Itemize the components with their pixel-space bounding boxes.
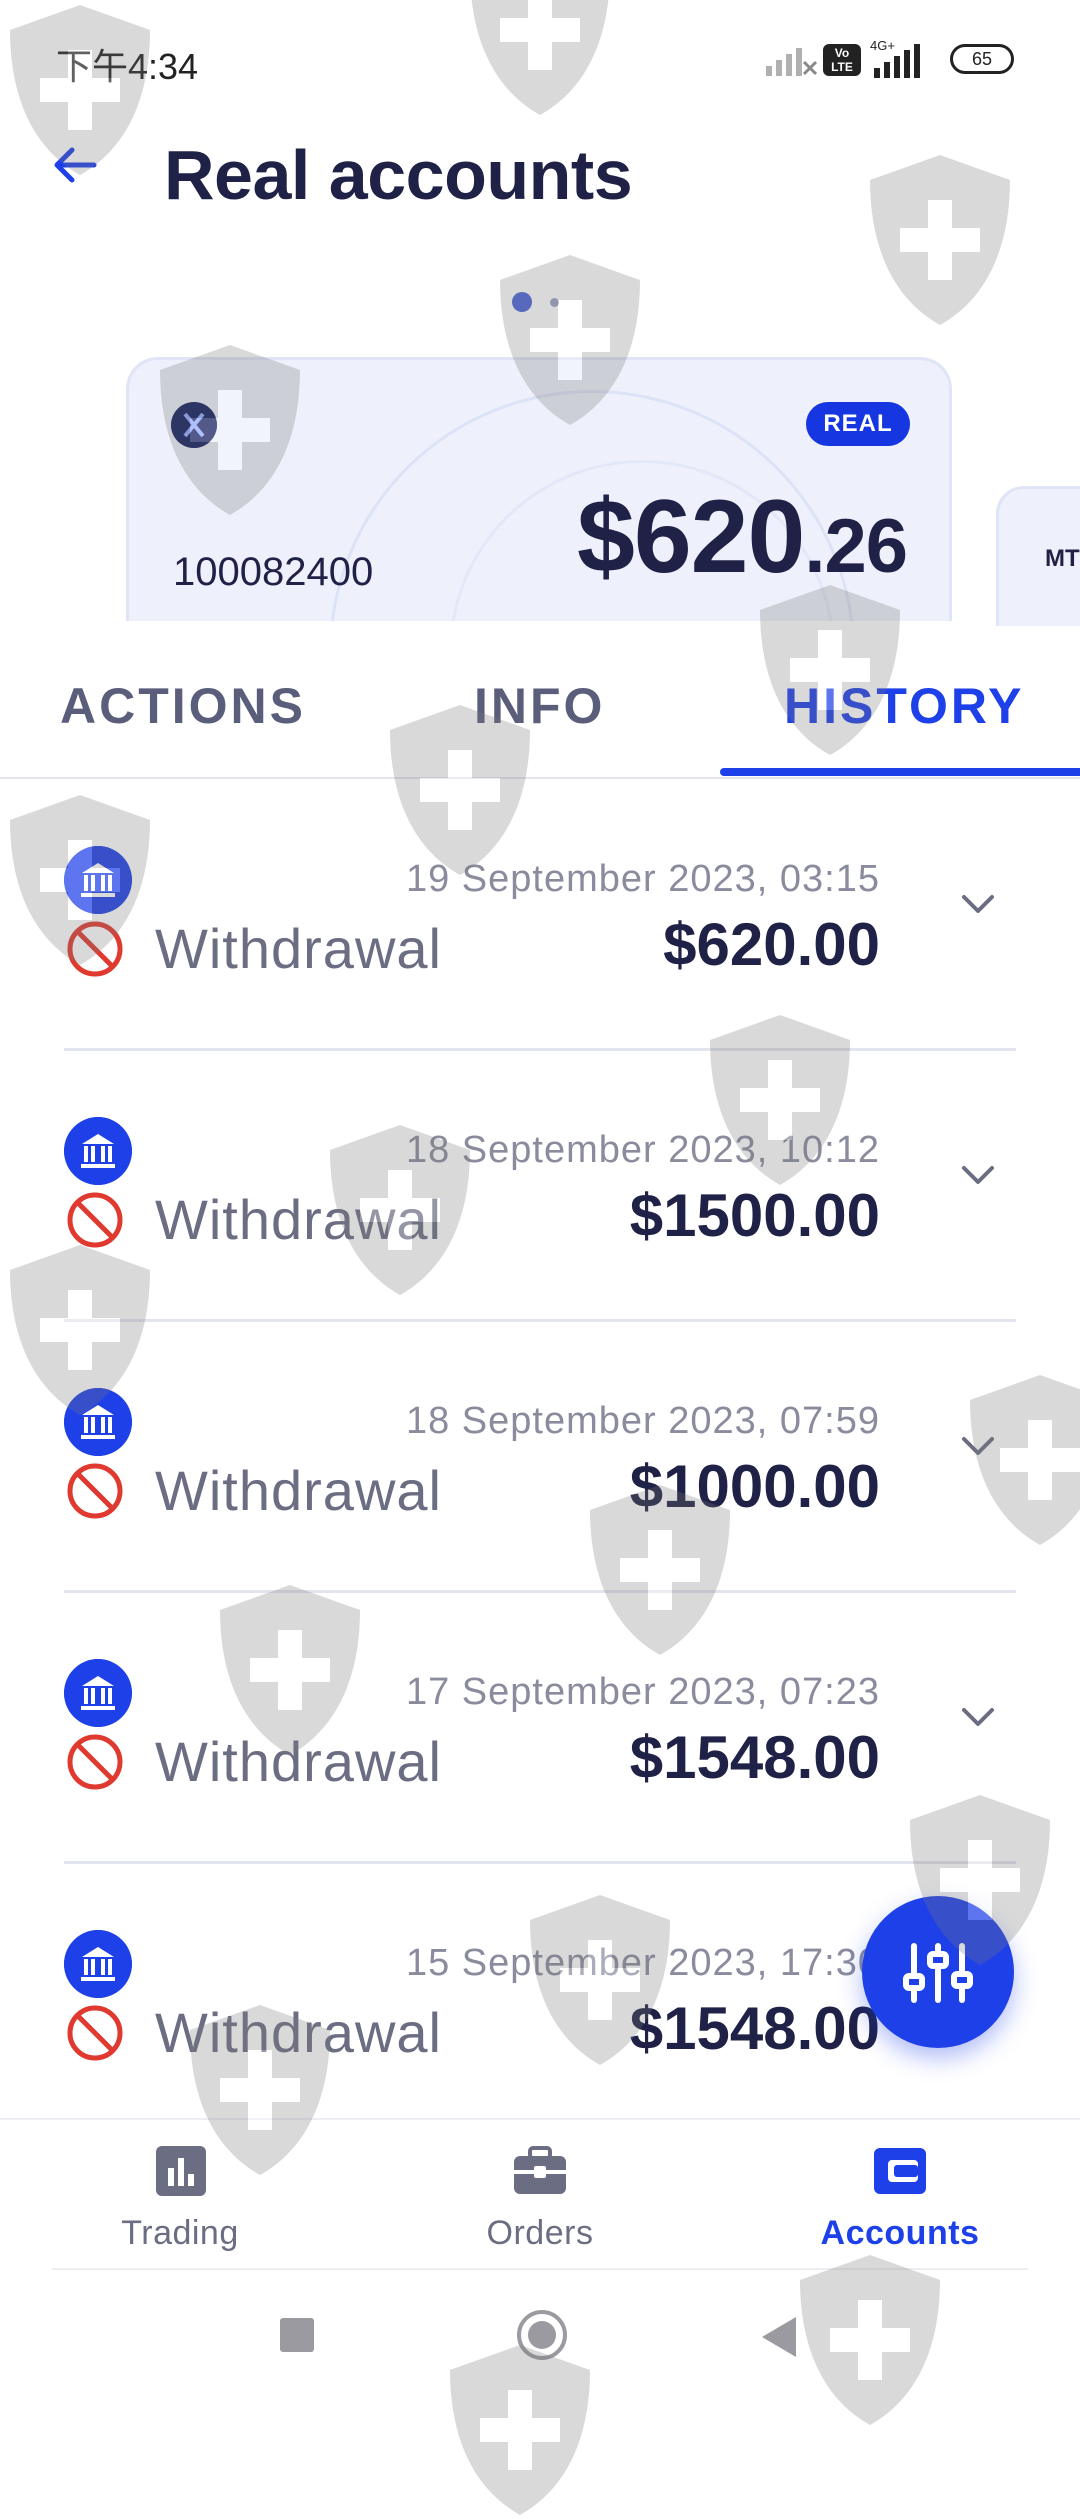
briefcase-icon: [514, 2146, 566, 2194]
history-row[interactable]: 17 September 2023, 07:23 Withdrawal $154…: [0, 1593, 1080, 1864]
home-button[interactable]: [517, 2310, 567, 2360]
transaction-type: Withdrawal: [155, 1188, 442, 1251]
bank-icon: [64, 1930, 132, 1998]
bottom-navigation: Trading Orders Accounts: [0, 2118, 1080, 2272]
wallet-icon: [874, 2148, 926, 2194]
bank-icon: [64, 1388, 132, 1456]
divider: [52, 2268, 1028, 2270]
chevron-down-icon[interactable]: [960, 1434, 996, 1458]
account-number: 100082400: [173, 550, 374, 594]
transaction-date: 15 September 2023, 17:30: [405, 1942, 880, 1984]
filter-button[interactable]: [862, 1896, 1014, 2048]
transaction-type: Withdrawal: [155, 1459, 442, 1522]
history-row[interactable]: 18 September 2023, 10:12 Withdrawal $150…: [0, 1051, 1080, 1322]
next-card-label: MT: [1045, 545, 1080, 572]
watermark-shield-icon: [450, 2345, 590, 2515]
recents-button[interactable]: [280, 2318, 314, 2352]
tab-indicator: [720, 768, 1080, 776]
transaction-type: Withdrawal: [155, 917, 442, 980]
prohibited-icon: [67, 1192, 123, 1248]
transaction-date: 17 September 2023, 07:23: [405, 1671, 880, 1713]
pager-dot[interactable]: [550, 298, 559, 307]
transaction-amount: $620.00: [663, 911, 880, 978]
transaction-date: 18 September 2023, 07:59: [405, 1400, 880, 1442]
balance-main: $620: [576, 479, 805, 595]
tab-bar: ACTIONS INFO HISTORY: [0, 621, 1080, 779]
system-back-button[interactable]: [762, 2317, 796, 2357]
account-balance: $620.26: [576, 478, 908, 597]
account-card[interactable]: REAL 100082400 $620.26: [126, 357, 952, 621]
bank-icon: [64, 846, 132, 914]
tab-history[interactable]: HISTORY: [784, 677, 1024, 735]
nav-trading[interactable]: Trading: [30, 2120, 330, 2272]
next-account-card[interactable]: MT: [996, 486, 1080, 626]
transaction-amount: $1500.00: [629, 1182, 880, 1249]
transaction-type: Withdrawal: [155, 1730, 442, 1793]
signal-off-icon: [766, 48, 818, 76]
prohibited-icon: [67, 921, 123, 977]
transaction-amount: $1000.00: [629, 1453, 880, 1520]
watermark-shield-icon: [800, 2255, 940, 2425]
page-title: Real accounts: [164, 136, 633, 214]
status-bar: 下午4:34 Vo LTE 4G+ 65: [0, 0, 1080, 120]
battery-icon: 65: [950, 44, 1014, 74]
transaction-amount: $1548.00: [629, 1995, 880, 2062]
chevron-down-icon[interactable]: [960, 892, 996, 916]
broker-logo-icon: [171, 402, 217, 448]
transaction-amount: $1548.00: [629, 1724, 880, 1791]
nav-accounts-label: Accounts: [820, 2214, 980, 2252]
chevron-down-icon[interactable]: [960, 1163, 996, 1187]
history-row[interactable]: 18 September 2023, 07:59 Withdrawal $100…: [0, 1322, 1080, 1593]
prohibited-icon: [67, 1734, 123, 1790]
nav-orders[interactable]: Orders: [390, 2120, 690, 2272]
back-arrow-icon[interactable]: [50, 140, 100, 190]
signal-4g-icon: 4G+: [870, 38, 920, 78]
filter-sliders-icon: [903, 1943, 973, 2003]
volte-icon: Vo LTE: [823, 44, 861, 76]
svg-text:4G+: 4G+: [870, 38, 895, 53]
prohibited-icon: [67, 2005, 123, 2061]
prohibited-icon: [67, 1463, 123, 1519]
transaction-date: 19 September 2023, 03:15: [405, 858, 880, 900]
real-badge: REAL: [806, 402, 910, 446]
bank-icon: [64, 1117, 132, 1185]
pager-dot-active[interactable]: [512, 292, 532, 312]
nav-orders-label: Orders: [486, 2214, 594, 2252]
tab-info[interactable]: INFO: [474, 677, 605, 735]
watermark-shield-icon: [870, 155, 1010, 325]
transaction-type: Withdrawal: [155, 2001, 442, 2064]
bank-icon: [64, 1659, 132, 1727]
status-time: 下午4:34: [56, 46, 199, 87]
bar-chart-icon: [156, 2146, 206, 2196]
tab-actions[interactable]: ACTIONS: [60, 677, 306, 735]
transaction-date: 18 September 2023, 10:12: [405, 1129, 880, 1171]
balance-cents: .26: [804, 504, 908, 589]
history-row[interactable]: 19 September 2023, 03:15 Withdrawal $620…: [0, 780, 1080, 1051]
nav-accounts[interactable]: Accounts: [750, 2120, 1050, 2272]
chevron-down-icon[interactable]: [960, 1705, 996, 1729]
nav-trading-label: Trading: [121, 2214, 239, 2252]
